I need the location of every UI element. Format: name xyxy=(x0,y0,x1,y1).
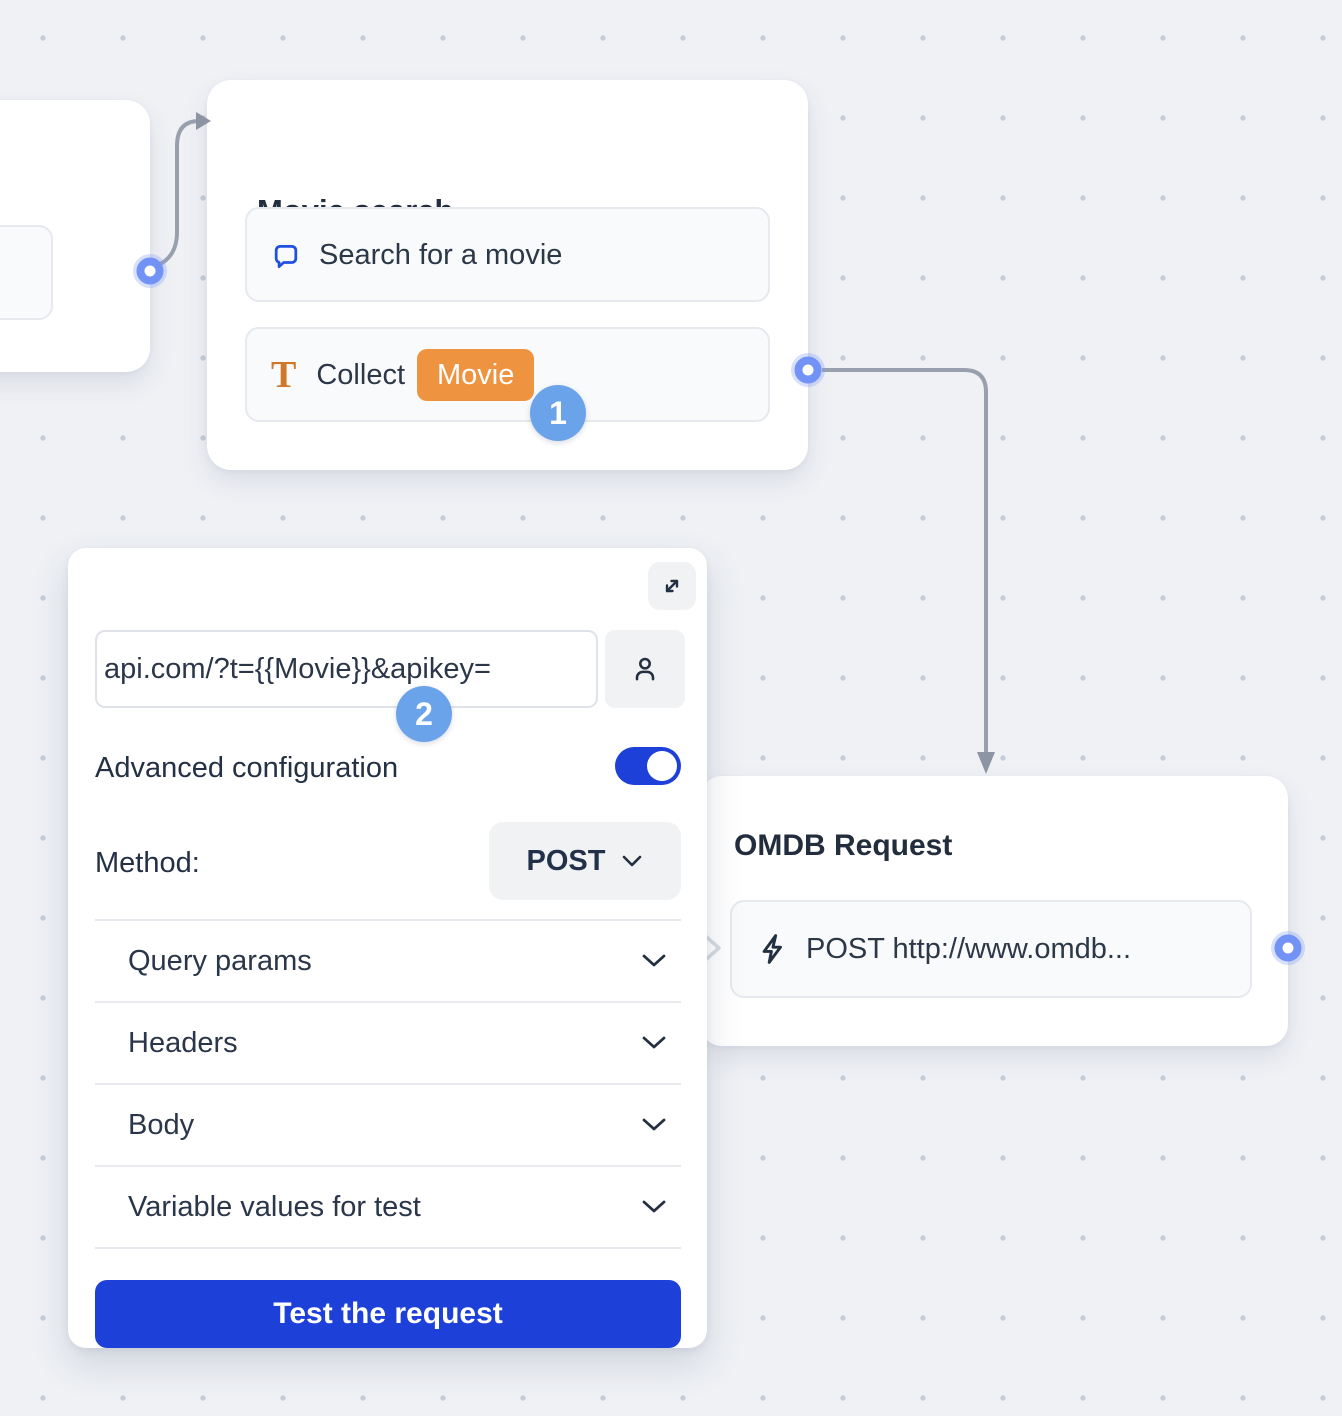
section-label: Headers xyxy=(128,1027,238,1060)
chevron-down-icon xyxy=(641,1199,667,1215)
chevron-down-icon xyxy=(641,953,667,969)
block-omdb-post-request[interactable]: POST http://www.omdb... xyxy=(730,900,1252,998)
divider xyxy=(95,1247,681,1249)
section-label: Variable values for test xyxy=(128,1191,421,1224)
lightning-bolt-icon xyxy=(756,932,788,966)
chat-bubble-icon xyxy=(271,240,301,270)
request-url-input[interactable]: api.com/?t={{Movie}}&apikey= xyxy=(95,630,598,708)
user-variable-button[interactable] xyxy=(605,630,685,708)
advanced-configuration-label: Advanced configuration xyxy=(95,750,398,786)
wire-movie-to-omdb xyxy=(822,370,986,753)
method-label: Method: xyxy=(95,845,200,881)
chevron-down-icon xyxy=(621,854,643,868)
chevron-down-icon xyxy=(641,1035,667,1051)
block-label-wrap: Collect Movie xyxy=(316,349,534,401)
step-badge-2: 2 xyxy=(396,686,452,742)
method-dropdown[interactable]: POST xyxy=(489,822,681,900)
block-label: Collect xyxy=(316,358,405,392)
section-headers[interactable]: Headers xyxy=(95,1003,681,1083)
section-variable-values[interactable]: Variable values for test xyxy=(95,1167,681,1247)
expand-icon xyxy=(660,574,684,598)
section-label: Query params xyxy=(128,945,312,978)
block-search-for-a-movie[interactable]: Search for a movie xyxy=(245,207,770,302)
person-icon xyxy=(629,653,661,685)
block-collect-movie[interactable]: T Collect Movie xyxy=(245,327,770,422)
test-the-request-button[interactable]: Test the request xyxy=(95,1280,681,1348)
toggle-knob xyxy=(647,751,677,781)
section-body[interactable]: Body xyxy=(95,1085,681,1165)
request-url-value: api.com/?t={{Movie}}&apikey= xyxy=(119,653,491,686)
text-input-icon: T xyxy=(271,356,296,394)
section-query-params[interactable]: Query params xyxy=(95,921,681,1001)
chevron-down-icon xyxy=(641,1117,667,1133)
method-value: POST xyxy=(527,845,606,878)
arrowhead-into-omdb xyxy=(977,752,995,774)
variable-chip-movie[interactable]: Movie xyxy=(417,349,534,401)
wire-left-to-movie xyxy=(156,121,199,266)
block-label: Search for a movie xyxy=(319,238,562,272)
request-config-panel: api.com/?t={{Movie}}&apikey= Advanced co… xyxy=(68,548,707,1348)
expand-button[interactable] xyxy=(648,562,696,610)
advanced-configuration-toggle[interactable] xyxy=(615,747,681,785)
block-label: POST http://www.omdb... xyxy=(806,932,1131,966)
node-omdb-request[interactable]: OMDB Request POST http://www.omdb... xyxy=(700,776,1288,1046)
node-partial-item[interactable] xyxy=(0,225,53,320)
node-movie-search[interactable]: Movie search Search for a movie T Collec… xyxy=(207,80,808,470)
step-badge-1: 1 xyxy=(530,385,586,441)
node-title-omdb-request: OMDB Request xyxy=(734,828,952,864)
flow-canvas: Movie search Search for a movie T Collec… xyxy=(0,0,1342,1416)
section-label: Body xyxy=(128,1109,194,1142)
node-partial[interactable] xyxy=(0,100,150,372)
